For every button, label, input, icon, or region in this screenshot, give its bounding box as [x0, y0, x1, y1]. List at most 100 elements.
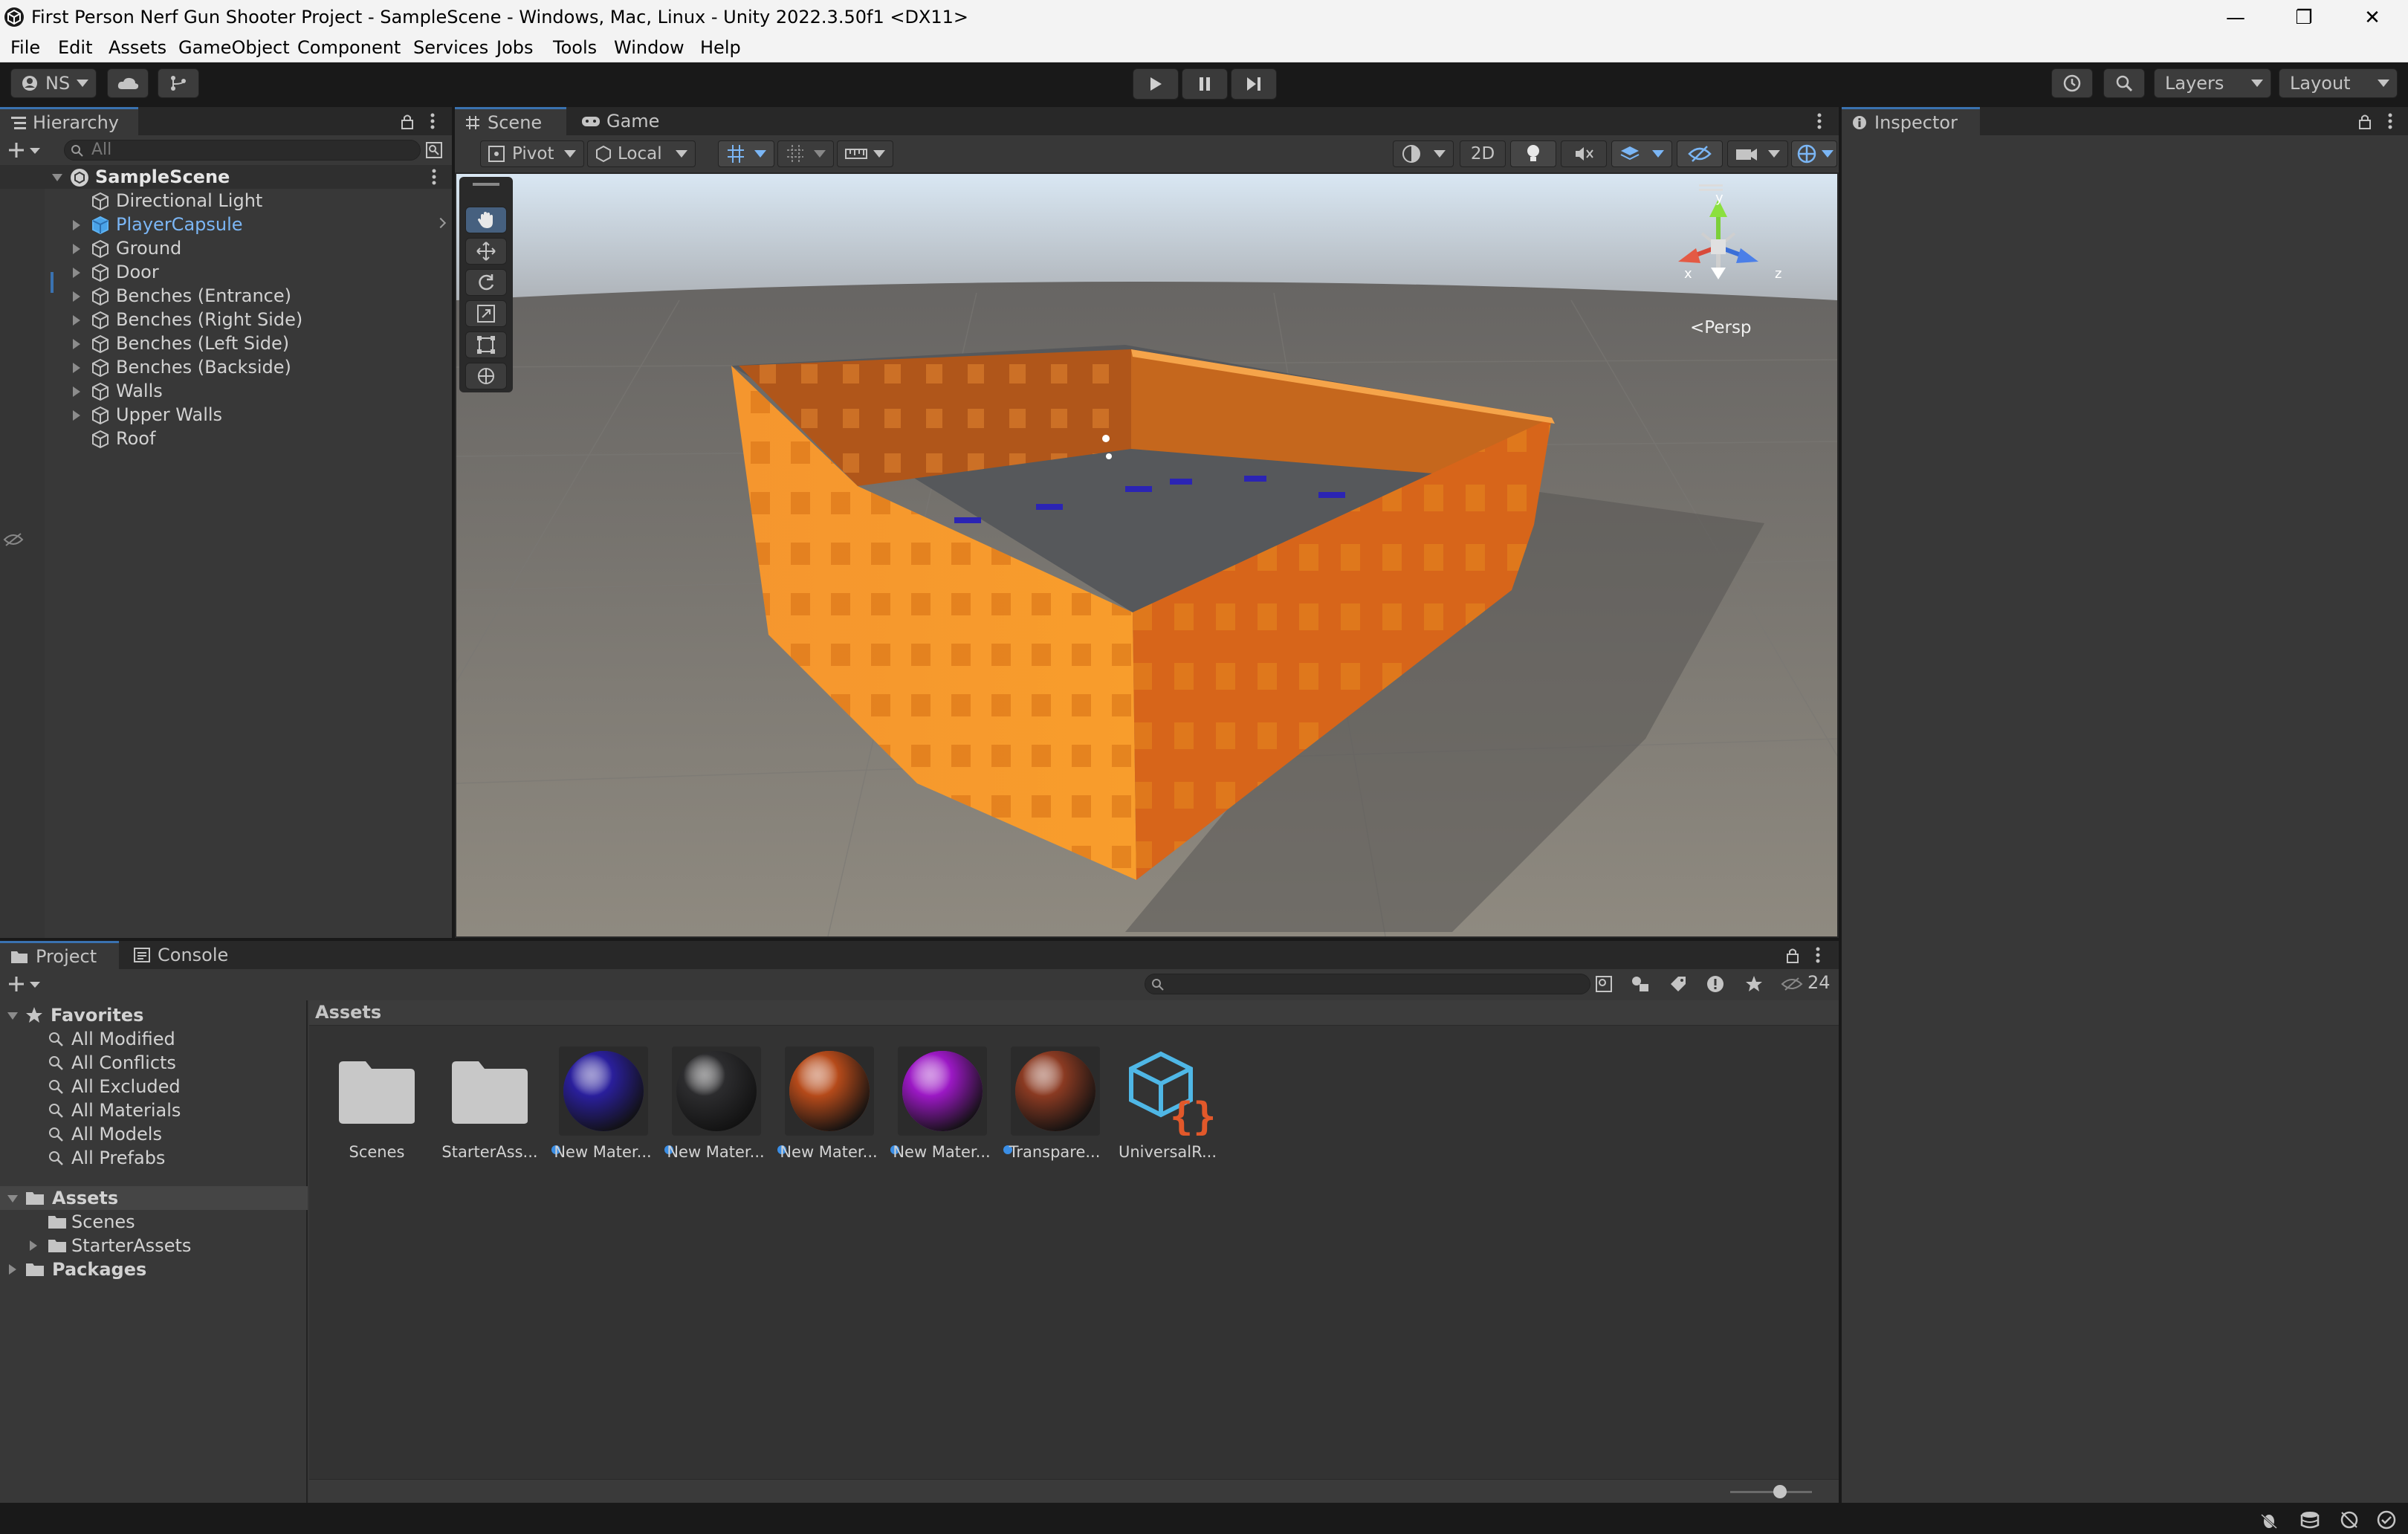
- hidden-packages-icon[interactable]: [1781, 977, 1803, 991]
- hierarchy-item[interactable]: Door: [0, 260, 452, 284]
- tree-scenes-row[interactable]: Scenes: [0, 1210, 308, 1234]
- scene-viewport[interactable]: x y z <Persp: [456, 174, 1837, 936]
- ruler-toggle[interactable]: [837, 140, 893, 167]
- camera-dropdown[interactable]: [1727, 140, 1788, 167]
- asset-material[interactable]: Transpare...: [1003, 1043, 1106, 1162]
- lock-icon[interactable]: [400, 113, 415, 131]
- shading-mode-dropdown[interactable]: [1393, 140, 1454, 167]
- lock-icon[interactable]: [2357, 113, 2372, 131]
- layout-dropdown[interactable]: Layout: [2279, 68, 2398, 98]
- asset-folder[interactable]: Scenes: [326, 1043, 428, 1162]
- favorites-header[interactable]: Favorites: [0, 1003, 308, 1027]
- add-asset-icon[interactable]: [7, 975, 42, 993]
- lock-icon[interactable]: [1785, 947, 1800, 965]
- favorites-item[interactable]: All Models: [0, 1122, 308, 1146]
- filter-type-icon[interactable]: [1631, 975, 1650, 993]
- more-options-icon[interactable]: [1816, 111, 1822, 131]
- step-button[interactable]: [1231, 68, 1277, 100]
- more-options-icon[interactable]: [1815, 945, 1821, 965]
- zoom-slider-thumb[interactable]: [1773, 1485, 1787, 1498]
- more-options-icon[interactable]: [430, 111, 436, 131]
- menu-file[interactable]: File: [10, 37, 40, 58]
- history-button[interactable]: [2051, 68, 2093, 98]
- gizmo-handle[interactable]: [1699, 184, 1723, 187]
- more-options-icon[interactable]: [431, 168, 437, 186]
- warning-icon[interactable]: [1706, 975, 1724, 993]
- chevron-right-icon[interactable]: [30, 1240, 37, 1251]
- hierarchy-item[interactable]: Directional Light: [0, 189, 452, 213]
- search-button[interactable]: [2103, 68, 2145, 98]
- overlay-handle[interactable]: [473, 183, 499, 186]
- hierarchy-item[interactable]: Walls: [0, 379, 452, 403]
- play-button[interactable]: [1133, 68, 1179, 100]
- asset-folder[interactable]: StarterAss...: [438, 1043, 541, 1162]
- hierarchy-item[interactable]: Ground: [0, 236, 452, 260]
- hierarchy-item[interactable]: Benches (Backside): [0, 355, 452, 379]
- chevron-right-icon[interactable]: [435, 217, 447, 229]
- favorites-item[interactable]: All Modified: [0, 1027, 308, 1051]
- chevron-down-icon[interactable]: [7, 1195, 18, 1203]
- hierarchy-item[interactable]: Roof: [0, 427, 452, 450]
- chevron-right-icon[interactable]: [73, 339, 80, 349]
- asset-material[interactable]: New Mater...: [551, 1043, 654, 1162]
- account-dropdown[interactable]: NS: [10, 68, 97, 98]
- favorites-item[interactable]: All Excluded: [0, 1075, 308, 1098]
- chevron-down-icon[interactable]: [7, 1012, 18, 1020]
- chevron-right-icon[interactable]: [9, 1264, 16, 1275]
- hand-tool-button[interactable]: [465, 207, 507, 233]
- search-options-icon[interactable]: [425, 141, 443, 159]
- menu-jobs[interactable]: Jobs: [496, 37, 534, 58]
- orientation-gizmo[interactable]: x y z <Persp: [1629, 180, 1815, 337]
- bug-icon[interactable]: [2259, 1510, 2279, 1530]
- favorites-item[interactable]: All Materials: [0, 1098, 308, 1122]
- filter-label-icon[interactable]: [1669, 975, 1687, 993]
- close-button[interactable]: ✕: [2338, 0, 2407, 36]
- menu-assets[interactable]: Assets: [109, 37, 166, 58]
- grid-snapping-toggle[interactable]: [718, 140, 774, 167]
- local-dropdown[interactable]: Local: [587, 140, 696, 167]
- cache-server-icon[interactable]: [2299, 1510, 2320, 1530]
- toggle-2d-button[interactable]: 2D: [1460, 140, 1506, 167]
- gizmos-dropdown[interactable]: [1791, 140, 1837, 167]
- minimize-button[interactable]: —: [2201, 0, 2270, 36]
- menu-edit[interactable]: Edit: [58, 37, 92, 58]
- tree-starterassets-row[interactable]: StarterAssets: [0, 1234, 308, 1258]
- lighting-progress-icon[interactable]: [2340, 1510, 2359, 1530]
- audio-toggle[interactable]: [1561, 140, 1607, 167]
- favorites-item[interactable]: All Conflicts: [0, 1051, 308, 1075]
- version-control-button[interactable]: [158, 68, 199, 98]
- chevron-right-icon[interactable]: [73, 291, 80, 302]
- effects-dropdown[interactable]: [1611, 140, 1672, 167]
- tab-game[interactable]: Game: [571, 107, 675, 135]
- transform-tool-button[interactable]: [465, 363, 507, 389]
- tab-scene[interactable]: Scene: [455, 107, 566, 135]
- tab-project[interactable]: Project: [0, 941, 119, 969]
- rect-tool-button[interactable]: [465, 331, 507, 358]
- menu-gameobject[interactable]: GameObject: [178, 37, 290, 58]
- search-options-icon[interactable]: [1595, 975, 1613, 993]
- tab-hierarchy[interactable]: Hierarchy: [0, 107, 138, 135]
- move-tool-button[interactable]: [465, 238, 507, 265]
- chevron-down-icon[interactable]: [52, 174, 62, 181]
- asset-material[interactable]: New Mater...: [664, 1043, 767, 1162]
- hierarchy-item[interactable]: Benches (Right Side): [0, 308, 452, 331]
- asset-pipeline[interactable]: {} UniversalR...: [1116, 1043, 1219, 1162]
- chevron-right-icon[interactable]: [73, 220, 80, 230]
- chevron-right-icon[interactable]: [73, 268, 80, 278]
- check-circle-icon[interactable]: [2377, 1510, 2396, 1530]
- menu-component[interactable]: Component: [297, 37, 401, 58]
- asset-material[interactable]: New Mater...: [890, 1043, 993, 1162]
- favorites-item[interactable]: All Prefabs: [0, 1146, 308, 1170]
- hierarchy-item[interactable]: PlayerCapsule: [0, 213, 452, 236]
- tab-inspector[interactable]: Inspector: [1842, 107, 1980, 135]
- menu-services[interactable]: Services: [413, 37, 488, 58]
- hierarchy-item[interactable]: Benches (Left Side): [0, 331, 452, 355]
- star-icon[interactable]: [1745, 975, 1763, 993]
- increment-snap-toggle[interactable]: [777, 140, 834, 167]
- zoom-slider-track[interactable]: [1730, 1491, 1812, 1493]
- chevron-right-icon[interactable]: [73, 363, 80, 373]
- layers-dropdown[interactable]: Layers: [2154, 68, 2271, 98]
- cloud-button[interactable]: [107, 68, 149, 98]
- menu-tools[interactable]: Tools: [553, 37, 597, 58]
- chevron-right-icon[interactable]: [73, 410, 80, 421]
